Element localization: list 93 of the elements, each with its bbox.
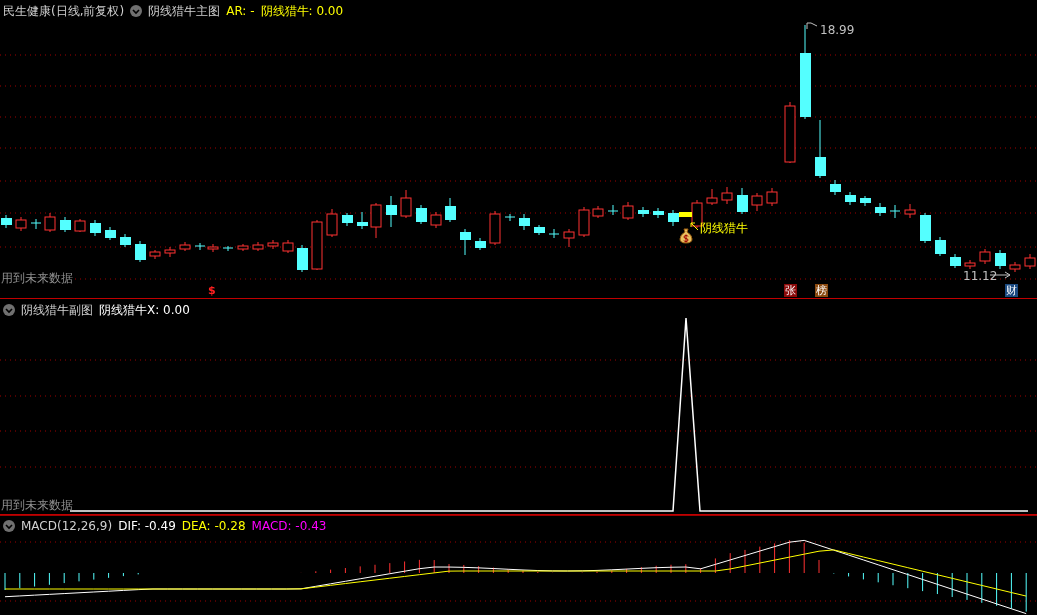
event-tag[interactable]: 财: [1005, 284, 1018, 297]
candlestick: [30, 218, 42, 230]
candlestick: [135, 240, 146, 263]
candlestick: [1009, 261, 1021, 273]
dropdown-icon[interactable]: [130, 5, 143, 17]
flag-icon: [806, 22, 818, 30]
candlestick: [622, 201, 634, 221]
candlestick: [74, 218, 86, 233]
candlestick: [504, 213, 516, 222]
candlestick: [668, 209, 679, 227]
candlestick: [1, 214, 12, 229]
candlestick: [90, 219, 101, 237]
candlestick: [845, 191, 856, 206]
candlestick: [815, 119, 826, 179]
indicator-reading: DIF: -0.49: [118, 519, 176, 533]
candlestick: [920, 212, 931, 244]
candlestick: [638, 206, 649, 218]
candlestick: [979, 248, 991, 265]
candlestick: [766, 187, 778, 207]
candlestick: [342, 212, 353, 227]
candlestick: [105, 226, 116, 241]
candlestick: [706, 188, 718, 206]
candlestick: [653, 207, 664, 219]
indicator-reading: AR: -: [226, 4, 255, 18]
candlestick: [282, 239, 294, 254]
signal-label: 阴线猎牛: [700, 221, 748, 235]
candlestick: [475, 237, 486, 251]
candlestick: [357, 211, 368, 230]
event-tag[interactable]: 张: [784, 284, 797, 297]
candlestick: [889, 204, 901, 219]
candlestick: [311, 219, 323, 271]
candlestick: [326, 208, 338, 238]
candlestick: [904, 203, 916, 219]
candlestick: [830, 179, 841, 196]
candlestick: [237, 243, 249, 252]
indicator-name[interactable]: 阴线猎牛主图: [148, 4, 221, 18]
low-price-label: 11.12: [963, 269, 998, 283]
indicator-reading: DEA: -0.28: [181, 519, 246, 533]
candlestick: [751, 192, 763, 212]
candlestick: [578, 206, 590, 238]
candlestick: [548, 228, 560, 239]
candlestick: [592, 205, 604, 219]
candlestick: [297, 244, 308, 273]
candlestick: [207, 243, 219, 253]
candlestick: [416, 204, 427, 225]
candlestick: [120, 233, 131, 248]
dollar-marker[interactable]: $: [208, 285, 216, 297]
candlestick: [430, 211, 442, 229]
dropdown-icon[interactable]: [3, 304, 15, 316]
arrow-icon: [690, 222, 699, 231]
indicator-name[interactable]: 阴线猎牛副图: [21, 303, 93, 317]
candlestick: [179, 241, 191, 252]
candlestick: [222, 245, 234, 252]
candlestick: [489, 210, 501, 246]
candlestick: [60, 216, 71, 233]
candlestick: [995, 249, 1006, 270]
candlestick: [935, 236, 946, 257]
signal-bar: [679, 212, 692, 217]
candlestick: [534, 224, 545, 236]
candlestick: [784, 101, 796, 164]
candlestick: [194, 242, 206, 251]
candlestick: [737, 187, 748, 215]
indicator-reading: 阴线猎牛: 0.00: [260, 4, 344, 18]
stock-title: 民生健康(日线,前复权): [3, 4, 125, 18]
high-price-label: 18.99: [820, 23, 855, 37]
candlestick: [519, 213, 530, 231]
money-bag-icon: [679, 228, 693, 244]
indicator-name[interactable]: MACD(12,26,9): [21, 519, 113, 533]
future-data-note: 用到未来数据: [1, 498, 73, 512]
candlestick: [400, 189, 412, 219]
candlestick: [164, 246, 176, 258]
candlestick: [252, 241, 264, 252]
candlestick: [607, 204, 619, 216]
future-data-note: 用到未来数据: [1, 271, 73, 285]
indicator-reading: 阴线猎牛X: 0.00: [99, 303, 190, 317]
candlestick: [721, 186, 733, 205]
candlestick: [691, 199, 703, 229]
event-tag[interactable]: 榜: [815, 284, 828, 297]
candlestick: [950, 253, 961, 269]
candlestick: [267, 239, 279, 250]
candlestick: [563, 228, 575, 248]
candlestick: [386, 195, 397, 228]
candlestick: [149, 249, 161, 260]
candlestick: [860, 195, 871, 207]
candlestick: [44, 212, 56, 233]
candlestick: [875, 202, 886, 217]
candlestick: [445, 197, 456, 223]
indicator-reading: MACD: -0.43: [251, 519, 327, 533]
candlestick: [460, 228, 471, 256]
candlestick: [964, 259, 976, 270]
candlestick: [370, 202, 382, 239]
candlestick: [15, 216, 27, 232]
dropdown-icon[interactable]: [3, 520, 15, 532]
